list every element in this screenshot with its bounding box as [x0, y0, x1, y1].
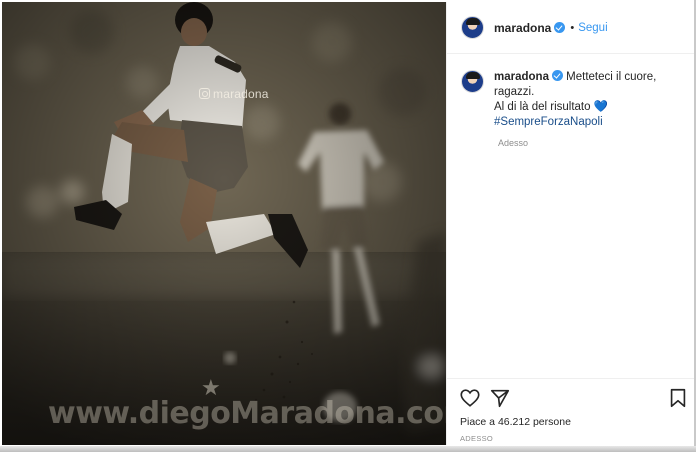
caption-line-1: Metteteci il cuore, [562, 71, 657, 83]
caption-line-3: Al di là del risultato [494, 101, 594, 113]
caption-hashtag[interactable]: #SempreForzaNapoli [494, 115, 656, 130]
photo-scene [2, 2, 446, 445]
caption-avatar[interactable] [461, 70, 484, 93]
bookmark-icon[interactable] [667, 387, 689, 409]
instagram-icon [199, 88, 210, 99]
heart-icon[interactable] [459, 387, 481, 409]
caption-line-2: ragazzi. [494, 86, 535, 98]
header-username[interactable]: maradona [494, 21, 551, 35]
caption-verified-icon [551, 70, 563, 81]
post-actions: Piace a 46.212 persone ADESSO [447, 378, 695, 445]
instagram-post-window: maradona ★ www.diegoMaradona.com maradon… [0, 0, 696, 452]
likes-count[interactable]: Piace a 46.212 persone [460, 416, 571, 428]
post-header: maradona • Segui [447, 2, 694, 54]
post-timestamp: ADESSO [460, 434, 494, 443]
window-edge-bottom [0, 446, 696, 452]
caption-body: maradona Metteteci il cuore, ragazzi. Al… [494, 70, 656, 130]
photo-watermark-handle: maradona [199, 87, 269, 101]
caption-username[interactable]: maradona [494, 71, 549, 83]
photo-watermark-site: www.diegoMaradona.com [48, 396, 446, 431]
verified-icon [554, 22, 566, 33]
post-photo[interactable]: maradona ★ www.diegoMaradona.com [2, 2, 446, 445]
blue-heart-emoji: 💙 [593, 101, 609, 113]
share-icon[interactable] [489, 387, 511, 409]
watermark-handle-text: maradona [213, 87, 269, 101]
post-sidebar: maradona • Segui maradona Metteteci il c… [446, 2, 695, 445]
avatar[interactable] [461, 16, 484, 39]
follow-button[interactable]: Segui [578, 22, 607, 34]
caption-time: Adesso [498, 138, 529, 148]
post-caption: maradona Metteteci il cuore, ragazzi. Al… [461, 70, 687, 130]
separator-dot: • [570, 21, 575, 34]
